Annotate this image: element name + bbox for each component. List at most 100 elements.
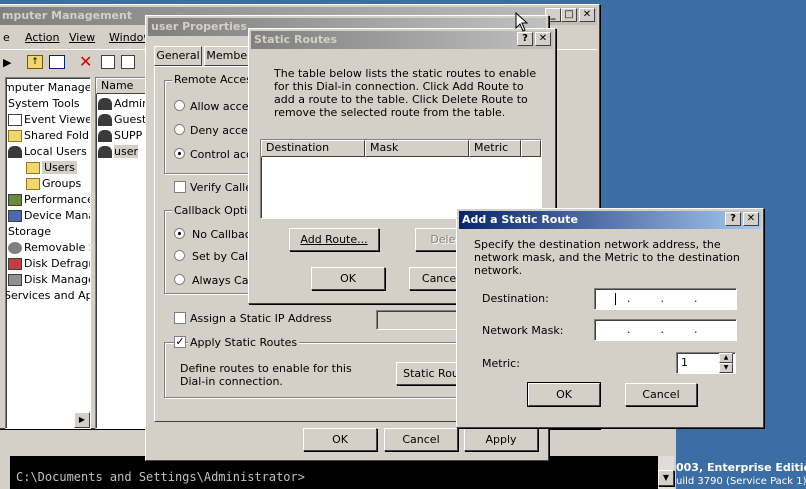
add-route-title: Add a Static Route (462, 213, 578, 226)
deny-access-radio[interactable] (174, 124, 185, 135)
properties-icon[interactable] (101, 55, 115, 69)
tree-item-performance[interactable]: Performance (8, 192, 90, 208)
list-item[interactable]: Guest (98, 112, 146, 128)
apply-static-routes-checkbox[interactable]: ✓ (174, 336, 186, 348)
apply-static-routes-label: Apply Static Routes (188, 336, 300, 349)
verify-caller-checkbox[interactable] (174, 181, 186, 193)
scroll-down-button[interactable]: ▼ (658, 470, 674, 486)
add-route-title-bar[interactable]: Add a Static Route (459, 211, 761, 229)
tree-item-groups[interactable]: Groups (26, 176, 81, 192)
back-icon[interactable]: ▶ (3, 56, 11, 69)
device-manager-icon (8, 210, 22, 222)
add-route-help-button[interactable]: ? (725, 212, 741, 226)
static-routes-ok-button[interactable]: OK (311, 267, 385, 290)
shared-folder-icon (8, 130, 22, 142)
export-icon[interactable] (121, 55, 135, 69)
menu-action[interactable]: Action (25, 31, 59, 44)
tree-item-removable-storage[interactable]: Removable S (8, 240, 90, 256)
tree-item-device-manager[interactable]: Device Mana (8, 208, 90, 224)
user-icon (98, 146, 112, 158)
static-routes-close-button[interactable]: ✕ (535, 32, 551, 46)
user-icon (98, 114, 112, 126)
tree-pane[interactable]: mputer Managem System Tools Event Viewe … (5, 77, 91, 429)
static-routes-help-button[interactable]: ? (517, 32, 533, 46)
os-build-text: uild 3790 (Service Pack 1) (676, 476, 806, 487)
folder-icon (26, 162, 40, 174)
tree-item-local-users[interactable]: Local Users (8, 144, 87, 160)
disk-management-icon (8, 274, 22, 286)
tree-item-disk-management[interactable]: Disk Manage (8, 272, 90, 288)
assign-static-ip-label: Assign a Static IP Address (190, 312, 332, 325)
destination-field[interactable]: ... (594, 288, 737, 310)
allow-access-radio[interactable] (174, 100, 185, 111)
column-header-metric[interactable]: Metric (469, 140, 521, 157)
tab-member-of[interactable]: Member (204, 46, 254, 66)
add-route-cancel-button[interactable]: Cancel (625, 383, 697, 406)
network-mask-label: Network Mask: (482, 324, 564, 337)
os-edition-text: 003, Enterprise Edition (676, 461, 806, 474)
mouse-cursor-icon (515, 12, 529, 32)
tree-item-event-viewer[interactable]: Event Viewe (8, 112, 90, 128)
destination-ip-dots: ... (627, 292, 728, 305)
always-callback-radio[interactable] (174, 274, 185, 285)
tree-item-users[interactable]: Users (26, 160, 77, 176)
delete-icon[interactable]: ✕ (79, 52, 92, 71)
up-folder-icon[interactable]: ↑ (27, 55, 43, 69)
no-callback-radio[interactable] (174, 228, 185, 239)
props-apply-button[interactable]: Apply (464, 428, 538, 451)
routes-table[interactable]: Destination Mask Metric (260, 139, 542, 219)
metric-spinner[interactable]: 1 ▲ ▼ (676, 352, 736, 374)
add-route-description: Specify the destination network address,… (474, 238, 740, 277)
deny-access-label: Deny acces (190, 124, 254, 137)
column-header-mask[interactable]: Mask (365, 140, 469, 157)
list-item[interactable]: Admin (98, 96, 149, 112)
props-ok-button[interactable]: OK (303, 428, 377, 451)
menu-view[interactable]: View (69, 31, 95, 44)
static-ip-field[interactable] (376, 310, 466, 330)
destination-label: Destination: (482, 292, 549, 305)
add-route-button[interactable]: Add Route... (289, 228, 379, 251)
assign-static-ip-checkbox[interactable] (174, 312, 186, 324)
props-cancel-button[interactable]: Cancel (384, 428, 458, 451)
column-header-destination[interactable]: Destination (261, 140, 365, 157)
cm-title: mputer Management (2, 9, 133, 22)
tree-item-shared-folders[interactable]: Shared Fold (8, 128, 89, 144)
console-prompt: C:\Documents and Settings\Administrator> (16, 470, 305, 484)
users-icon (8, 146, 22, 158)
add-route-close-button[interactable]: ✕ (743, 212, 759, 226)
routes-description: Define routes to enable for this Dial-in… (180, 362, 352, 388)
tree-item-services-apps[interactable]: Services and Ap (6, 288, 90, 304)
verify-caller-label: Verify Calle (190, 181, 253, 194)
metric-up-button[interactable]: ▲ (719, 353, 733, 363)
user-icon (98, 130, 112, 142)
set-by-caller-radio[interactable] (174, 250, 185, 261)
list-item-selected[interactable]: user (98, 144, 138, 160)
list-item[interactable]: SUPP (98, 128, 142, 144)
tree-item-computer-management[interactable]: mputer Managem (6, 80, 90, 96)
cm-maximize-button[interactable]: □ (561, 8, 577, 22)
console-scrollbar[interactable]: ▼ (658, 456, 674, 489)
add-static-route-dialog[interactable]: Add a Static Route ? ✕ Specify the desti… (456, 208, 764, 428)
tab-general[interactable]: General (154, 46, 202, 66)
static-routes-title-bar[interactable]: Static Routes (251, 31, 553, 49)
network-mask-field[interactable]: ... (594, 319, 737, 341)
always-callback-label: Always Call (192, 274, 255, 287)
tree-item-storage[interactable]: Storage (8, 224, 51, 240)
metric-down-button[interactable]: ▼ (719, 363, 733, 373)
cm-close-button[interactable]: ✕ (579, 8, 595, 22)
show-hide-tree-icon[interactable] (49, 55, 65, 69)
metric-value: 1 (681, 356, 688, 369)
metric-label: Metric: (482, 357, 520, 370)
event-viewer-icon (8, 114, 22, 126)
add-route-ok-button[interactable]: OK (527, 382, 601, 407)
text-cursor (615, 293, 616, 305)
tree-scroll-right-button[interactable]: ▶ (74, 412, 90, 428)
tree-item-disk-defragmenter[interactable]: Disk Defragr (8, 256, 90, 272)
mask-ip-dots: ... (627, 323, 728, 336)
static-routes-description: The table below lists the static routes … (274, 67, 537, 119)
menu-file[interactable]: e (3, 31, 10, 44)
control-access-radio[interactable] (174, 148, 185, 159)
column-header-empty (521, 140, 541, 157)
tree-item-system-tools[interactable]: System Tools (8, 96, 80, 112)
performance-icon (8, 194, 22, 206)
